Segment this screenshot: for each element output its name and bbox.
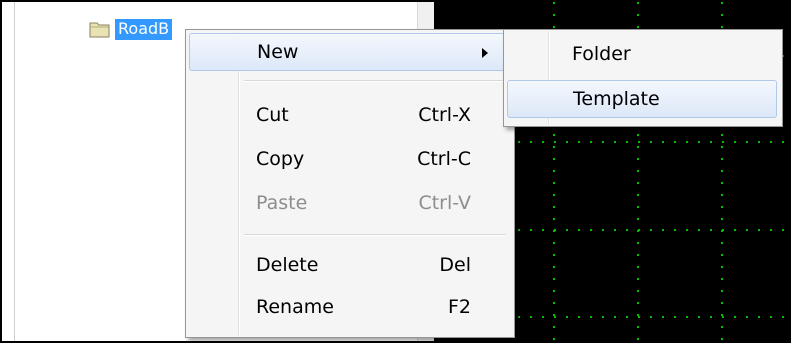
- menu-item-copy[interactable]: Copy Ctrl-C: [189, 141, 509, 179]
- menu-item-paste: Paste Ctrl-V: [189, 185, 509, 223]
- menu-item-label: New: [257, 41, 299, 63]
- menu-item-label: Template: [573, 88, 660, 110]
- menu-separator: [244, 234, 506, 236]
- menu-item-shortcut: Ctrl-X: [418, 104, 471, 126]
- menu-item-shortcut: Ctrl-V: [418, 192, 471, 214]
- folder-icon: [89, 20, 111, 38]
- menu-item-rename[interactable]: Rename F2: [189, 289, 509, 327]
- menu-item-new[interactable]: New: [189, 33, 509, 71]
- chevron-right-icon: [482, 48, 488, 58]
- menu-item-label: Rename: [256, 296, 334, 318]
- menu-item-label: Delete: [256, 254, 319, 276]
- tree-node-roadb[interactable]: RoadB: [89, 18, 173, 40]
- menu-item-shortcut: F2: [447, 296, 471, 318]
- tree-node-label[interactable]: RoadB: [115, 18, 173, 40]
- menu-separator: [244, 80, 506, 82]
- menu-item-label: Copy: [256, 148, 305, 170]
- menu-item-shortcut: Del: [439, 254, 471, 276]
- context-menu: New Cut Ctrl-X Copy Ctrl-C Paste Ctrl-V …: [185, 29, 515, 338]
- menu-item-label: Cut: [256, 104, 289, 126]
- menu-item-cut[interactable]: Cut Ctrl-X: [189, 97, 509, 135]
- menu-item-label: Paste: [256, 192, 308, 214]
- menu-item-label: Folder: [572, 43, 631, 65]
- menu-item-delete[interactable]: Delete Del: [189, 247, 509, 285]
- new-submenu: Folder Template: [503, 29, 783, 127]
- menu-item-shortcut: Ctrl-C: [417, 148, 471, 170]
- submenu-item-folder[interactable]: Folder: [507, 36, 777, 74]
- submenu-item-template[interactable]: Template: [507, 80, 777, 118]
